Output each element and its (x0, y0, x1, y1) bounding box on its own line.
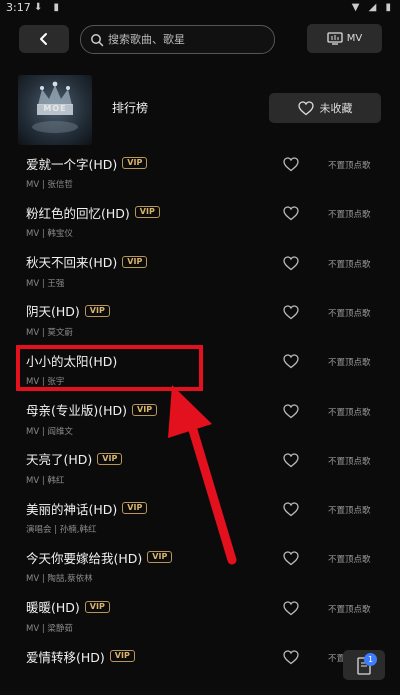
queue-count-badge: 1 (364, 653, 377, 666)
queue-button[interactable] (343, 650, 385, 680)
red-arrow-annotation (168, 385, 237, 565)
document-icon (357, 657, 371, 675)
